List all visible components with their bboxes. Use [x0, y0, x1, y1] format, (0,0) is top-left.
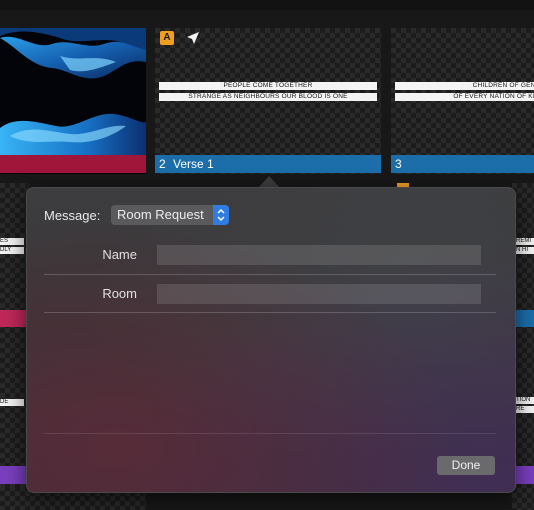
- left-edge-lyric-3: DE: [0, 399, 24, 406]
- left-edge-lyric-2: DLY: [0, 247, 24, 254]
- ocean-waves-image: [0, 28, 146, 155]
- slide-3-line-2: OF EVERY NATION OF KING: [395, 93, 534, 101]
- field-divider-1: [44, 274, 496, 275]
- left-edge-lyric-1: ES: [0, 238, 24, 245]
- message-popover: Message: Room Request Name Room Done: [26, 187, 516, 493]
- right-edge-lyric-3: TION: [516, 397, 534, 404]
- name-field[interactable]: [157, 245, 481, 265]
- right-edge-lyric-1: REMI: [516, 238, 534, 245]
- slide-number: 3: [395, 157, 402, 171]
- slide-label-bar-2: 2 Verse 1: [155, 155, 381, 173]
- message-preview-area: [44, 313, 496, 434]
- right-edge-lyric-2: N HI: [516, 247, 534, 254]
- slide-3-line-1: CHILDREN OF GENER: [395, 82, 534, 90]
- chevron-updown-icon: [213, 205, 229, 225]
- message-select[interactable]: Room Request: [111, 205, 229, 225]
- message-select-value: Room Request: [117, 207, 204, 222]
- room-label: Room: [102, 286, 137, 301]
- room-field[interactable]: [157, 284, 481, 304]
- window-top-strip: [0, 0, 534, 10]
- slide-thumbnail-2[interactable]: A PEOPLE COME TOGETHER STRANGE AS NEIGHB…: [155, 28, 381, 174]
- slide-label-bar-1: [0, 155, 146, 173]
- right-edge-lyric-4: RE: [516, 406, 534, 413]
- slide-thumbnail-1[interactable]: [0, 28, 146, 174]
- slide-number: 2: [159, 157, 166, 171]
- slide-thumbnail-3[interactable]: CHILDREN OF GENER OF EVERY NATION OF KIN…: [391, 28, 534, 174]
- done-button[interactable]: Done: [437, 456, 495, 475]
- navigation-arrow-icon: [187, 32, 199, 44]
- message-label: Message:: [44, 208, 101, 223]
- slide-title: Verse 1: [173, 157, 214, 171]
- slide-2-line-1: PEOPLE COME TOGETHER: [159, 82, 377, 90]
- slide-badge: A: [160, 31, 174, 45]
- slide-2-line-2: STRANGE AS NEIGHBOURS OUR BLOOD IS ONE: [159, 93, 377, 101]
- slide-label-bar-3: 3: [391, 155, 534, 173]
- name-label: Name: [102, 247, 137, 262]
